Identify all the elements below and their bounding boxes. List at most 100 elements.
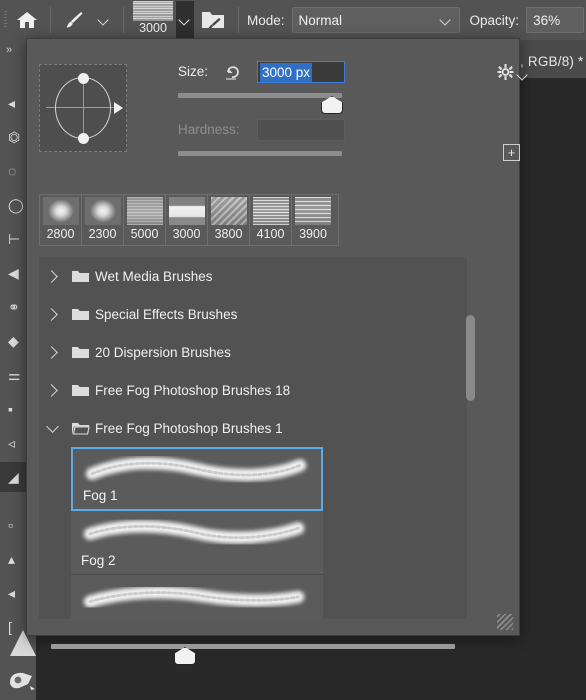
brush-list-item[interactable] — [71, 575, 323, 619]
chevron-right-icon[interactable] — [39, 269, 65, 283]
tip-circle — [55, 77, 111, 139]
brush-preview-thumbnail — [133, 1, 173, 21]
size-input[interactable]: 3000 px — [257, 61, 345, 83]
chevron-right-icon[interactable] — [39, 345, 65, 359]
frame-tool-icon: ◀ — [8, 265, 19, 281]
brush-preset-thumbnail — [210, 197, 247, 225]
eraser-tool-icon: ▪ — [8, 401, 13, 417]
brush-preset-3800[interactable]: 3800 — [208, 195, 250, 245]
brush-list-scrollbar-track[interactable] — [465, 261, 475, 613]
brush-preset-2300[interactable]: 2300 — [82, 195, 124, 245]
hardness-label: Hardness: — [178, 122, 240, 137]
brush-folder-label: 20 Dispersion Brushes — [95, 344, 231, 360]
opacity-label: Opacity: — [469, 12, 520, 28]
brush-preset-4100[interactable]: 4100 — [250, 195, 292, 245]
brush-preset-picker-button[interactable]: 3000 — [130, 0, 176, 41]
crop-tool-icon: ⊢ — [8, 231, 21, 247]
mode-label: Mode: — [247, 12, 285, 28]
healing-brush-tool-icon: ◆ — [8, 333, 19, 349]
brush-preset-thumbnail — [168, 197, 205, 225]
tip-angle-arrow-icon[interactable] — [114, 102, 123, 114]
brush-stroke-preview — [83, 520, 305, 544]
marquee-tool-icon: ⏣ — [8, 129, 21, 145]
brush-folder-row[interactable]: Free Fog Photoshop Brushes 18 — [39, 371, 467, 409]
brush-settings-panel-button[interactable] — [194, 4, 232, 36]
brush-folder-label: Wet Media Brushes — [95, 268, 213, 284]
options-bar-grip[interactable] — [0, 0, 10, 40]
brush-folder-label: Free Fog Photoshop Brushes 18 — [95, 382, 291, 398]
chevron-down-icon[interactable] — [39, 420, 65, 433]
blend-mode-value: Normal — [298, 12, 343, 28]
hand-tool-icon[interactable] — [6, 668, 36, 692]
brush-list-item[interactable]: Fog 1 — [71, 447, 323, 511]
brush-preset-3900[interactable]: 3900 — [292, 195, 334, 245]
preview-size-slider-track[interactable] — [51, 644, 455, 649]
brush-stroke-preview — [83, 586, 305, 608]
brush-preset-dropdown-arrow[interactable] — [176, 1, 194, 39]
home-button[interactable] — [10, 4, 44, 36]
brush-preset-label: 3900 — [299, 227, 327, 241]
brush-tool-icon: ◢ — [8, 469, 19, 485]
brush-preset-strip: 2800 2300 5000 3000 3800 4100 3900 — [39, 194, 339, 246]
options-bar-divider-3 — [238, 7, 239, 33]
brush-preset-thumbnail — [42, 197, 79, 225]
size-label: Size: — [178, 64, 209, 79]
brush-folder-row[interactable]: Wet Media Brushes — [39, 257, 467, 295]
brush-tip-angle-roundness-preview[interactable] — [39, 64, 127, 152]
chevron-right-icon[interactable] — [39, 383, 65, 397]
options-bar: 3000 Mode: Normal Opacity: 36% — [0, 0, 586, 40]
lasso-tool-icon: ◌ — [8, 163, 17, 179]
gear-icon — [497, 64, 514, 80]
brush-preset-label: 3000 — [172, 227, 201, 241]
folder-icon — [65, 307, 95, 322]
current-tool-button[interactable] — [57, 4, 91, 36]
object-select-tool-icon: ◯ — [8, 197, 24, 213]
brush-preview-size-label: 3000 — [139, 21, 167, 35]
chevron-down-icon — [439, 13, 453, 27]
new-brush-preset-button[interactable]: + — [503, 144, 520, 161]
brush-folder-row[interactable]: Free Fog Photoshop Brushes 1 — [39, 409, 467, 447]
folder-icon — [65, 269, 95, 284]
brush-preset-thumbnail — [84, 197, 121, 225]
folder-icon — [65, 383, 95, 398]
brush-preset-thumbnail — [295, 197, 331, 225]
brush-preset-label: 2300 — [88, 227, 117, 241]
brush-list-item-label: Fog 1 — [83, 488, 118, 503]
brush-preset-picker-panel: Size: 3000 px Hardness: + 2800 2300 5000… — [26, 38, 520, 665]
tip-roundness-handle-top[interactable] — [78, 73, 89, 84]
size-value: 3000 px — [260, 62, 313, 82]
path-select-tool-icon: ◂ — [8, 585, 16, 601]
brush-preset-label: 5000 — [130, 227, 159, 241]
brush-folder-label: Free Fog Photoshop Brushes 1 — [95, 420, 283, 436]
brush-preset-5000[interactable]: 5000 — [124, 195, 166, 245]
tip-roundness-handle-bottom[interactable] — [78, 133, 89, 144]
brush-preset-thumbnail — [252, 197, 289, 225]
brush-folder-label: Special Effects Brushes — [95, 306, 238, 322]
chevron-down-icon — [516, 68, 525, 77]
opacity-input[interactable]: 36% — [526, 7, 585, 33]
chevron-down-icon — [178, 13, 192, 27]
blend-mode-select[interactable]: Normal — [291, 7, 460, 33]
brush-preset-3000[interactable]: 3000 — [166, 195, 208, 245]
brush-preset-label: 3800 — [214, 227, 243, 241]
eyedropper-tool-icon: ⚭ — [8, 299, 20, 315]
size-slider-track[interactable] — [178, 93, 342, 98]
tool-preset-dropdown[interactable] — [91, 4, 117, 36]
chevron-right-icon[interactable] — [39, 307, 65, 321]
folder-icon — [65, 421, 95, 436]
brush-list[interactable]: Wet Media Brushes Special Effects Brushes… — [39, 257, 467, 619]
resize-grip-icon[interactable] — [497, 614, 513, 630]
brush-preset-2800[interactable]: 2800 — [40, 195, 82, 245]
brush-preset-label: 4100 — [256, 227, 285, 241]
brush-folder-row[interactable]: Special Effects Brushes — [39, 295, 467, 333]
dodge-tool-icon: ▫ — [8, 517, 13, 533]
reset-arrow-icon[interactable] — [223, 63, 243, 83]
brush-list-scrollbar-thumb[interactable] — [466, 315, 475, 401]
panel-menu-button[interactable] — [497, 61, 525, 83]
brush-list-item[interactable]: Fog 2 — [71, 511, 323, 575]
pen-tool-icon: ▴ — [8, 551, 16, 567]
brush-folder-row[interactable]: 20 Dispersion Brushes — [39, 333, 467, 371]
document-title: , RGB/8) * — [520, 54, 584, 69]
hardness-input — [257, 119, 345, 141]
chevron-down-icon — [97, 13, 111, 27]
